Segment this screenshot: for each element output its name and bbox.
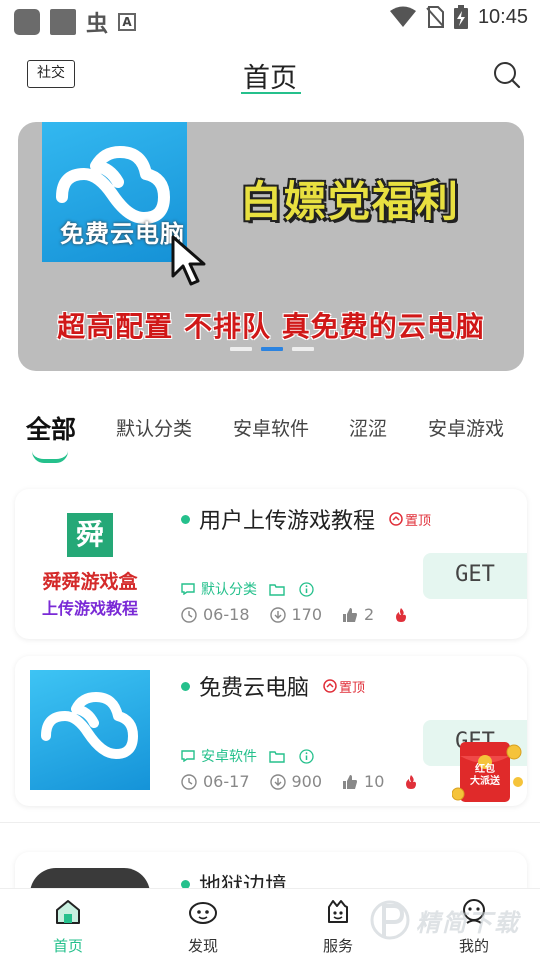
category-icon	[181, 750, 195, 762]
thumb-title: 舜舜游戏盒	[42, 571, 138, 593]
tab-android-games[interactable]: 安卓游戏	[428, 414, 504, 441]
app-date: 06-17	[203, 772, 250, 791]
page-title: 首页	[243, 63, 297, 94]
nav-discover[interactable]: 发现	[163, 897, 243, 956]
banner-subline: 超高配置 不排队 真免费的云电脑	[57, 310, 485, 343]
get-button[interactable]: GET	[423, 553, 527, 599]
app-card[interactable]: 免费云电脑 置顶 安卓软件 06-17 900 10 GET	[15, 656, 527, 806]
pin-icon	[389, 512, 403, 526]
status-dot	[181, 514, 190, 524]
app-icon-1	[14, 9, 40, 35]
app-category[interactable]: 默认分类	[201, 579, 257, 599]
app-thumbnail	[30, 670, 150, 790]
app-icon-2	[50, 9, 76, 35]
nav-label: 服务	[322, 937, 353, 955]
thumb-subtitle: 上传游戏教程	[41, 599, 138, 618]
info-icon[interactable]	[299, 748, 314, 764]
banner-pagination	[230, 347, 314, 351]
service-icon	[328, 900, 348, 923]
pinned-badge: 置顶	[323, 677, 365, 696]
app-name: 免费云电脑	[199, 676, 310, 701]
pinned-badge: 置顶	[389, 510, 431, 529]
download-count: 900	[291, 772, 323, 791]
promo-banner[interactable]: 免费云电脑 白嫖党福利 超高配置 不排队 真免费的云电脑	[18, 122, 524, 371]
clock-icon	[181, 773, 197, 790]
status-bar: 虫 A 10:45	[0, 0, 540, 38]
discover-icon	[189, 902, 217, 924]
search-icon[interactable]	[492, 60, 522, 90]
nav-home[interactable]: 首页	[28, 897, 108, 956]
cloud-icon	[41, 692, 138, 759]
tab-all[interactable]: 全部	[26, 410, 76, 446]
info-icon[interactable]	[299, 581, 314, 597]
pagination-dot[interactable]	[292, 347, 314, 351]
download-count: 170	[291, 605, 323, 624]
pin-icon	[323, 679, 337, 693]
banner-logo-text: 免费云电脑	[60, 220, 185, 248]
tab-sese[interactable]: 涩涩	[349, 414, 387, 441]
cursor-icon	[171, 235, 206, 286]
clock-icon	[181, 606, 197, 623]
list-divider	[0, 822, 540, 823]
like-count: 2	[364, 605, 375, 624]
app-category[interactable]: 安卓软件	[201, 746, 257, 766]
status-dot	[181, 681, 190, 691]
red-envelope-line1: 红包	[475, 764, 495, 775]
category-tabs: 全部 默认分类 安卓软件 涩涩 安卓游戏	[0, 408, 540, 463]
thumbs-up-icon[interactable]	[342, 774, 358, 790]
nav-service[interactable]: 服务	[298, 897, 378, 956]
app-header: 社交 首页	[0, 38, 540, 110]
thumbs-up-icon[interactable]	[342, 607, 358, 623]
shun-logo: 舜	[67, 513, 113, 557]
app-name: 用户上传游戏教程	[199, 509, 376, 534]
download-icon	[269, 773, 286, 790]
title-underline	[241, 92, 301, 94]
keyboard-icon: A	[118, 13, 137, 31]
wifi-icon	[389, 6, 416, 27]
home-icon	[56, 900, 80, 924]
no-sim-icon	[426, 6, 444, 28]
watermark-text: 精简下载	[416, 908, 520, 937]
app-date: 06-18	[203, 605, 250, 624]
bug-icon: 虫	[86, 12, 109, 37]
pagination-dot[interactable]	[230, 347, 252, 351]
pinned-label: 置顶	[339, 680, 366, 696]
tab-indicator	[32, 451, 68, 463]
app-thumbnail: 舜 舜舜游戏盒 上传游戏教程	[30, 503, 150, 623]
battery-charging-icon	[453, 5, 468, 29]
pagination-dot-active[interactable]	[261, 347, 283, 351]
folder-icon[interactable]	[269, 583, 285, 596]
red-envelope-button[interactable]: 红包 大派送	[451, 738, 526, 808]
banner-headline: 白嫖党福利	[240, 177, 461, 226]
status-time: 10:45	[477, 5, 528, 28]
app-card[interactable]: 舜 舜舜游戏盒 上传游戏教程 用户上传游戏教程 置顶 默认分类 06-18 17…	[15, 489, 527, 639]
tab-android-apps[interactable]: 安卓软件	[233, 414, 309, 441]
folder-icon[interactable]	[269, 750, 285, 763]
tab-default-category[interactable]: 默认分类	[116, 414, 192, 441]
nav-label: 发现	[187, 937, 218, 955]
watermark: 精简下载	[370, 892, 520, 948]
category-icon	[181, 583, 195, 595]
fire-icon	[396, 607, 407, 622]
red-envelope-line2: 大派送	[470, 776, 500, 787]
nav-label: 首页	[52, 937, 83, 955]
watermark-logo-icon	[370, 900, 410, 940]
like-count: 10	[364, 772, 385, 791]
pinned-label: 置顶	[405, 513, 432, 529]
download-icon	[269, 606, 286, 623]
fire-icon	[406, 774, 417, 789]
